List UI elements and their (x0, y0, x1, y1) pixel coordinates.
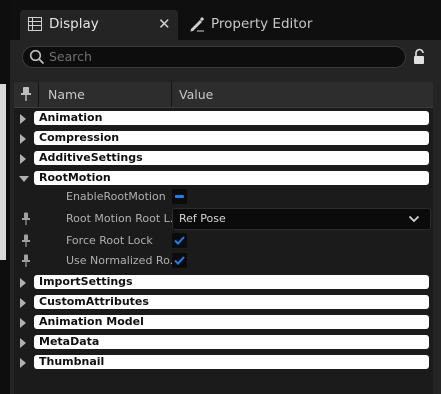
left-edge-panel (0, 0, 10, 394)
details-panel: Name Value Animation Compression Additiv… (10, 40, 441, 394)
category-bar: AdditiveSettings (34, 151, 429, 165)
pencil-icon (190, 17, 205, 32)
use-normalized-root-checkbox[interactable] (172, 253, 187, 268)
pin-icon[interactable] (21, 254, 31, 268)
property-row-enable-root-motion: EnableRootMotion (14, 186, 433, 208)
expand-arrow-icon[interactable] (20, 358, 26, 368)
category-bar: Thumbnail (34, 355, 429, 369)
enable-root-motion-checkbox[interactable] (172, 189, 187, 204)
property-label: Root Motion Root L... (66, 212, 181, 225)
property-row-force-root-lock: Force Root Lock (14, 230, 433, 252)
category-bar: MetaData (34, 335, 429, 349)
category-label: Animation Model (39, 315, 144, 328)
expand-arrow-icon[interactable] (20, 154, 26, 164)
header-divider (38, 82, 39, 107)
expand-arrow-icon[interactable] (20, 298, 26, 308)
expand-arrow-icon[interactable] (20, 338, 26, 348)
table-header: Name Value (14, 82, 433, 108)
header-divider[interactable] (171, 82, 172, 107)
expand-arrow-icon[interactable] (20, 318, 26, 328)
category-label: RootMotion (39, 171, 111, 184)
category-bar: CustomAttributes (34, 295, 429, 309)
root-lock-dropdown[interactable]: Ref Pose (172, 208, 431, 230)
category-label: MetaData (39, 335, 100, 348)
column-header-name: Name (48, 87, 85, 102)
category-label: ImportSettings (39, 275, 133, 288)
force-root-lock-checkbox[interactable] (172, 233, 187, 248)
category-additive-settings[interactable]: AdditiveSettings (14, 149, 433, 169)
pin-icon[interactable] (21, 234, 31, 248)
expand-arrow-icon[interactable] (20, 134, 26, 144)
left-edge-strip (0, 84, 6, 260)
indeterminate-icon (175, 195, 184, 198)
column-header-value: Value (179, 87, 214, 102)
search-box[interactable] (22, 46, 406, 68)
search-input[interactable] (49, 48, 389, 65)
tab-display[interactable]: Display ✕ (20, 10, 178, 40)
close-icon[interactable]: ✕ (158, 15, 171, 33)
checkmark-icon (174, 236, 185, 245)
category-bar: Animation Model (34, 315, 429, 329)
property-label: Use Normalized Ro... (66, 254, 181, 267)
expand-arrow-icon[interactable] (20, 278, 26, 288)
category-label: AdditiveSettings (39, 151, 143, 164)
category-bar: RootMotion (34, 171, 429, 185)
checkmark-icon (174, 256, 185, 265)
tab-property-editor[interactable]: Property Editor (186, 10, 326, 38)
category-label: CustomAttributes (39, 295, 149, 308)
category-animation-model[interactable]: Animation Model (14, 313, 433, 333)
category-bar: Animation (34, 111, 429, 125)
category-metadata[interactable]: MetaData (14, 333, 433, 353)
property-row-root-motion-root-lock: Root Motion Root L... Ref Pose (14, 208, 433, 230)
property-row-use-normalized-root: Use Normalized Ro... (14, 250, 433, 272)
expand-arrow-icon[interactable] (20, 114, 26, 124)
category-bar: Compression (34, 131, 429, 145)
category-bar: ImportSettings (34, 275, 429, 289)
tab-display-label: Display (49, 16, 99, 32)
search-icon (29, 49, 45, 65)
property-label: Force Root Lock (66, 234, 153, 247)
category-animation[interactable]: Animation (14, 109, 433, 129)
chevron-down-icon (408, 215, 420, 223)
category-label: Animation (39, 111, 103, 124)
dropdown-value: Ref Pose (179, 212, 226, 225)
collapse-arrow-icon[interactable] (19, 176, 29, 182)
category-custom-attributes[interactable]: CustomAttributes (14, 293, 433, 313)
lock-icon[interactable] (412, 48, 428, 66)
category-label: Compression (39, 131, 120, 144)
pin-icon[interactable] (20, 86, 32, 102)
category-thumbnail[interactable]: Thumbnail (14, 353, 433, 373)
category-import-settings[interactable]: ImportSettings (14, 273, 433, 293)
category-label: Thumbnail (39, 355, 105, 368)
category-compression[interactable]: Compression (14, 129, 433, 149)
property-table: Name Value Animation Compression Additiv… (14, 82, 433, 394)
pin-icon[interactable] (21, 212, 31, 226)
details-grid-icon (28, 17, 42, 31)
property-label: EnableRootMotion (66, 190, 166, 203)
tab-bar: Display ✕ Property Editor (10, 0, 441, 40)
tab-property-editor-label: Property Editor (211, 16, 313, 32)
